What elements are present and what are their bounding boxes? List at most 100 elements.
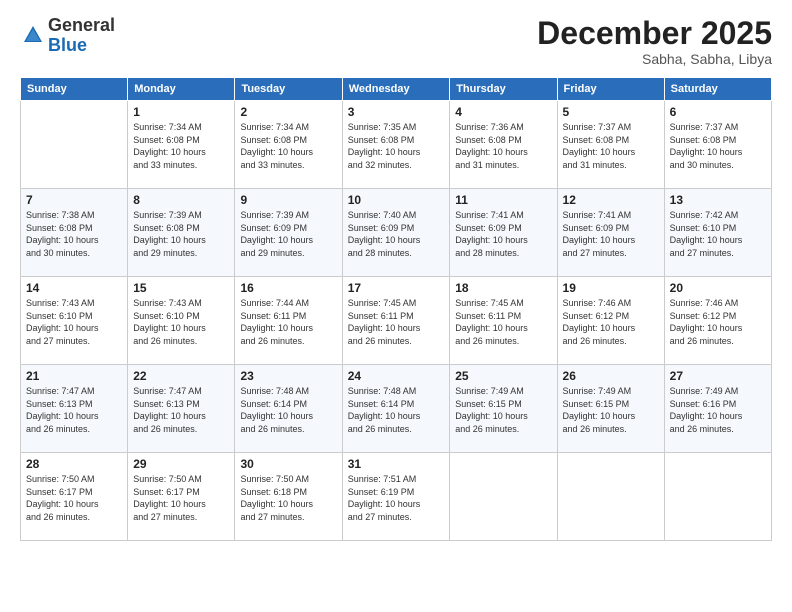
day-info: Sunrise: 7:39 AM Sunset: 6:08 PM Dayligh… [133, 209, 229, 259]
day-info: Sunrise: 7:51 AM Sunset: 6:19 PM Dayligh… [348, 473, 445, 523]
table-row: 13 Sunrise: 7:42 AM Sunset: 6:10 PM Dayli… [664, 189, 771, 277]
col-monday: Monday [128, 78, 235, 101]
table-row: 31Sunrise: 7:51 AM Sunset: 6:19 PM Dayli… [342, 453, 450, 541]
day-info: Sunrise: 7:37 AM Sunset: 6:08 PM Dayligh… [670, 121, 766, 171]
header: General Blue December 2025 Sabha, Sabha,… [20, 16, 772, 67]
table-row [557, 453, 664, 541]
day-number: 26 [563, 369, 659, 383]
day-number: 11 [455, 193, 551, 207]
day-info: Sunrise: 7:34 AM Sunset: 6:08 PM Dayligh… [240, 121, 336, 171]
location: Sabha, Sabha, Libya [537, 51, 772, 67]
day-info: Sunrise: 7:39 AM Sunset: 6:09 PM Dayligh… [240, 209, 336, 259]
calendar-week-row: 7 Sunrise: 7:38 AM Sunset: 6:08 PM Daylig… [21, 189, 772, 277]
day-info: Sunrise: 7:50 AM Sunset: 6:17 PM Dayligh… [26, 473, 122, 523]
calendar-table: Sunday Monday Tuesday Wednesday Thursday… [20, 77, 772, 541]
day-info: Sunrise: 7:41 AM Sunset: 6:09 PM Dayligh… [563, 209, 659, 259]
day-number: 3 [348, 105, 445, 119]
table-row: 10 Sunrise: 7:40 AM Sunset: 6:09 PM Dayli… [342, 189, 450, 277]
table-row: 19Sunrise: 7:46 AM Sunset: 6:12 PM Dayli… [557, 277, 664, 365]
day-info: Sunrise: 7:48 AM Sunset: 6:14 PM Dayligh… [240, 385, 336, 435]
table-row: 23 Sunrise: 7:48 AM Sunset: 6:14 PM Dayli… [235, 365, 342, 453]
table-row: 11Sunrise: 7:41 AM Sunset: 6:09 PM Dayli… [450, 189, 557, 277]
day-info: Sunrise: 7:45 AM Sunset: 6:11 PM Dayligh… [348, 297, 445, 347]
table-row [21, 101, 128, 189]
col-wednesday: Wednesday [342, 78, 450, 101]
day-number: 14 [26, 281, 122, 295]
table-row: 27Sunrise: 7:49 AM Sunset: 6:16 PM Dayli… [664, 365, 771, 453]
day-number: 7 [26, 193, 122, 207]
day-number: 25 [455, 369, 551, 383]
table-row [450, 453, 557, 541]
day-info: Sunrise: 7:43 AM Sunset: 6:10 PM Dayligh… [133, 297, 229, 347]
day-number: 12 [563, 193, 659, 207]
table-row: 4Sunrise: 7:36 AM Sunset: 6:08 PM Daylig… [450, 101, 557, 189]
table-row: 18 Sunrise: 7:45 AM Sunset: 6:11 PM Dayli… [450, 277, 557, 365]
day-number: 9 [240, 193, 336, 207]
day-number: 21 [26, 369, 122, 383]
day-number: 24 [348, 369, 445, 383]
day-number: 10 [348, 193, 445, 207]
day-info: Sunrise: 7:50 AM Sunset: 6:17 PM Dayligh… [133, 473, 229, 523]
day-number: 17 [348, 281, 445, 295]
table-row: 24 Sunrise: 7:48 AM Sunset: 6:14 PM Dayli… [342, 365, 450, 453]
page: General Blue December 2025 Sabha, Sabha,… [0, 0, 792, 612]
table-row: 5Sunrise: 7:37 AM Sunset: 6:08 PM Daylig… [557, 101, 664, 189]
day-number: 16 [240, 281, 336, 295]
table-row: 8 Sunrise: 7:39 AM Sunset: 6:08 PM Daylig… [128, 189, 235, 277]
col-tuesday: Tuesday [235, 78, 342, 101]
table-row: 26 Sunrise: 7:49 AM Sunset: 6:15 PM Dayli… [557, 365, 664, 453]
day-info: Sunrise: 7:38 AM Sunset: 6:08 PM Dayligh… [26, 209, 122, 259]
table-row: 29 Sunrise: 7:50 AM Sunset: 6:17 PM Dayli… [128, 453, 235, 541]
day-number: 28 [26, 457, 122, 471]
col-thursday: Thursday [450, 78, 557, 101]
calendar-week-row: 21 Sunrise: 7:47 AM Sunset: 6:13 PM Dayli… [21, 365, 772, 453]
table-row: 3 Sunrise: 7:35 AM Sunset: 6:08 PM Daylig… [342, 101, 450, 189]
col-saturday: Saturday [664, 78, 771, 101]
day-info: Sunrise: 7:50 AM Sunset: 6:18 PM Dayligh… [240, 473, 336, 523]
logo-general-text: General [48, 15, 115, 35]
day-info: Sunrise: 7:40 AM Sunset: 6:09 PM Dayligh… [348, 209, 445, 259]
day-info: Sunrise: 7:44 AM Sunset: 6:11 PM Dayligh… [240, 297, 336, 347]
day-info: Sunrise: 7:48 AM Sunset: 6:14 PM Dayligh… [348, 385, 445, 435]
day-info: Sunrise: 7:42 AM Sunset: 6:10 PM Dayligh… [670, 209, 766, 259]
day-number: 4 [455, 105, 551, 119]
table-row: 20Sunrise: 7:46 AM Sunset: 6:12 PM Dayli… [664, 277, 771, 365]
day-info: Sunrise: 7:47 AM Sunset: 6:13 PM Dayligh… [26, 385, 122, 435]
day-info: Sunrise: 7:49 AM Sunset: 6:15 PM Dayligh… [563, 385, 659, 435]
title-block: December 2025 Sabha, Sabha, Libya [537, 16, 772, 67]
table-row: 15 Sunrise: 7:43 AM Sunset: 6:10 PM Dayli… [128, 277, 235, 365]
table-row: 21 Sunrise: 7:47 AM Sunset: 6:13 PM Dayli… [21, 365, 128, 453]
table-row: 12 Sunrise: 7:41 AM Sunset: 6:09 PM Dayli… [557, 189, 664, 277]
day-number: 13 [670, 193, 766, 207]
logo: General Blue [20, 16, 115, 56]
table-row: 22Sunrise: 7:47 AM Sunset: 6:13 PM Dayli… [128, 365, 235, 453]
table-row: 30 Sunrise: 7:50 AM Sunset: 6:18 PM Dayli… [235, 453, 342, 541]
table-row: 17 Sunrise: 7:45 AM Sunset: 6:11 PM Dayli… [342, 277, 450, 365]
day-number: 18 [455, 281, 551, 295]
day-info: Sunrise: 7:35 AM Sunset: 6:08 PM Dayligh… [348, 121, 445, 171]
day-number: 23 [240, 369, 336, 383]
day-number: 1 [133, 105, 229, 119]
calendar-week-row: 28 Sunrise: 7:50 AM Sunset: 6:17 PM Dayli… [21, 453, 772, 541]
day-number: 20 [670, 281, 766, 295]
day-info: Sunrise: 7:34 AM Sunset: 6:08 PM Dayligh… [133, 121, 229, 171]
day-number: 27 [670, 369, 766, 383]
calendar-header-row: Sunday Monday Tuesday Wednesday Thursday… [21, 78, 772, 101]
day-number: 6 [670, 105, 766, 119]
logo-blue-text: Blue [48, 35, 87, 55]
day-number: 15 [133, 281, 229, 295]
table-row: 16 Sunrise: 7:44 AM Sunset: 6:11 PM Dayli… [235, 277, 342, 365]
day-number: 8 [133, 193, 229, 207]
table-row [664, 453, 771, 541]
day-info: Sunrise: 7:37 AM Sunset: 6:08 PM Dayligh… [563, 121, 659, 171]
day-number: 30 [240, 457, 336, 471]
table-row: 1 Sunrise: 7:34 AM Sunset: 6:08 PM Daylig… [128, 101, 235, 189]
day-info: Sunrise: 7:45 AM Sunset: 6:11 PM Dayligh… [455, 297, 551, 347]
logo-icon [22, 24, 44, 46]
table-row: 9 Sunrise: 7:39 AM Sunset: 6:09 PM Daylig… [235, 189, 342, 277]
day-number: 29 [133, 457, 229, 471]
day-info: Sunrise: 7:43 AM Sunset: 6:10 PM Dayligh… [26, 297, 122, 347]
calendar-week-row: 1 Sunrise: 7:34 AM Sunset: 6:08 PM Daylig… [21, 101, 772, 189]
day-number: 2 [240, 105, 336, 119]
table-row: 7 Sunrise: 7:38 AM Sunset: 6:08 PM Daylig… [21, 189, 128, 277]
